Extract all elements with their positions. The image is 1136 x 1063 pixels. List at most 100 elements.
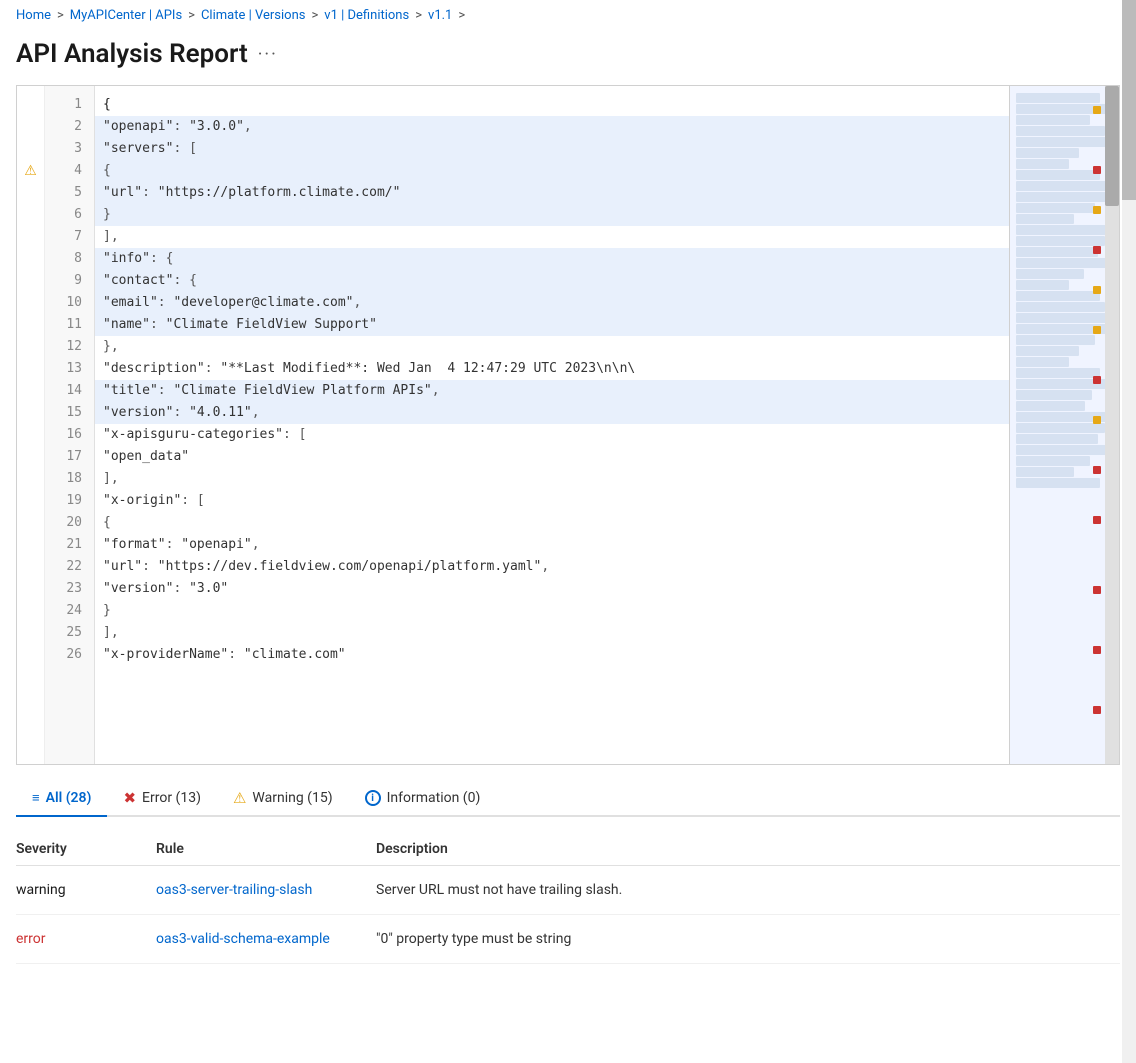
- warning-icon: ⚠: [233, 789, 246, 807]
- page-title-area: API Analysis Report ···: [0, 31, 1136, 85]
- page-title: API Analysis Report: [16, 39, 248, 69]
- line-num-5: 5: [45, 182, 94, 204]
- breadcrumb-home[interactable]: Home: [16, 8, 51, 23]
- page-menu-button[interactable]: ···: [258, 44, 278, 65]
- col-header-severity: Severity: [16, 841, 156, 857]
- code-line-11: "name": "Climate FieldView Support": [95, 314, 1009, 336]
- scrollbar-track[interactable]: [1105, 86, 1119, 764]
- list-icon: ≡: [32, 790, 40, 806]
- code-line-20: {: [95, 512, 1009, 534]
- breadcrumb: Home > MyAPICenter | APIs > Climate | Ve…: [0, 0, 1136, 31]
- line-numbers: 1 2 3 4 5 6 7 8 9 10 11 12 13 14 15 16 1…: [45, 86, 95, 764]
- tab-all-label: All (28): [46, 790, 92, 806]
- page-scrollbar-thumb[interactable]: [1122, 0, 1136, 200]
- code-line-5: "url": "https://platform.climate.com/": [95, 182, 1009, 204]
- code-line-13: "description": "**Last Modified**: Wed J…: [95, 358, 1009, 380]
- breadcrumb-v11[interactable]: v1.1: [428, 8, 452, 23]
- table-row: warning oas3-server-trailing-slash Serve…: [16, 866, 1120, 915]
- code-panel: ⚠ 1 2 3 4 5 6 7 8 9 10 11 12 13 14 15 16…: [16, 85, 1120, 765]
- line-num-15: 15: [45, 402, 94, 424]
- code-line-17: "open_data": [95, 446, 1009, 468]
- error-icon: ✖: [123, 789, 136, 807]
- line-num-4: 4: [45, 160, 94, 182]
- tab-warning-label: Warning (15): [252, 790, 332, 806]
- code-line-6: }: [95, 204, 1009, 226]
- breadcrumb-sep-4: >: [415, 8, 422, 23]
- breadcrumb-climate[interactable]: Climate | Versions: [201, 8, 306, 23]
- line-num-25: 25: [45, 622, 94, 644]
- line-num-22: 22: [45, 556, 94, 578]
- breadcrumb-sep-1: >: [57, 8, 64, 23]
- scrollbar-thumb[interactable]: [1105, 86, 1119, 206]
- code-line-7: ],: [95, 226, 1009, 248]
- code-line-22: "url": "https://dev.fieldview.com/openap…: [95, 556, 1009, 578]
- code-line-24: }: [95, 600, 1009, 622]
- code-area: ⚠ 1 2 3 4 5 6 7 8 9 10 11 12 13 14 15 16…: [17, 86, 1009, 764]
- line-num-7: 7: [45, 226, 94, 248]
- line-num-17: 17: [45, 446, 94, 468]
- description-cell-1: Server URL must not have trailing slash.: [376, 882, 1120, 898]
- line-num-13: 13: [45, 358, 94, 380]
- line-num-6: 6: [45, 204, 94, 226]
- results-header: Severity Rule Description: [16, 833, 1120, 866]
- breadcrumb-sep-5: >: [458, 8, 465, 23]
- tab-error-label: Error (13): [142, 790, 201, 806]
- minimap-marker-error-3: [1093, 376, 1101, 384]
- breadcrumb-myapicenter[interactable]: MyAPICenter | APIs: [70, 8, 182, 23]
- code-line-25: ],: [95, 622, 1009, 644]
- info-icon: i: [365, 790, 381, 806]
- code-line-10: "email": "developer@climate.com",: [95, 292, 1009, 314]
- code-content[interactable]: { "openapi": "3.0.0", "servers": [ { "ur…: [95, 86, 1009, 764]
- code-line-19: "x-origin": [: [95, 490, 1009, 512]
- page-scrollbar[interactable]: [1122, 0, 1136, 1063]
- minimap-marker-error-6: [1093, 586, 1101, 594]
- line-num-19: 19: [45, 490, 94, 512]
- code-line-2: "openapi": "3.0.0",: [95, 116, 1009, 138]
- minimap-marker-warning-3: [1093, 286, 1101, 294]
- tab-all[interactable]: ≡ All (28): [16, 781, 107, 817]
- minimap-content: [1010, 86, 1119, 764]
- code-line-15: "version": "4.0.11",: [95, 402, 1009, 424]
- line-num-11: 11: [45, 314, 94, 336]
- minimap-marker-error-8: [1093, 706, 1101, 714]
- col-header-rule: Rule: [156, 841, 376, 857]
- description-cell-2: "0" property type must be string: [376, 931, 1120, 947]
- code-line-3: "servers": [: [95, 138, 1009, 160]
- line-num-18: 18: [45, 468, 94, 490]
- tab-error[interactable]: ✖ Error (13): [107, 781, 217, 817]
- line-num-3: 3: [45, 138, 94, 160]
- severity-cell-2: error: [16, 931, 156, 947]
- line-num-14: 14: [45, 380, 94, 402]
- line-num-26: 26: [45, 644, 94, 666]
- rule-link-1[interactable]: oas3-server-trailing-slash: [156, 882, 376, 898]
- tabs-section: ≡ All (28) ✖ Error (13) ⚠ Warning (15) i…: [0, 765, 1136, 817]
- rule-link-2[interactable]: oas3-valid-schema-example: [156, 931, 376, 947]
- tab-warning[interactable]: ⚠ Warning (15): [217, 781, 349, 817]
- code-line-12: },: [95, 336, 1009, 358]
- minimap-marker-error-1: [1093, 166, 1101, 174]
- breadcrumb-v1definitions[interactable]: v1 | Definitions: [324, 8, 409, 23]
- minimap[interactable]: [1009, 86, 1119, 764]
- warning-icon-column: ⚠: [17, 86, 45, 764]
- line-num-21: 21: [45, 534, 94, 556]
- minimap-marker-warning-2: [1093, 206, 1101, 214]
- tab-information[interactable]: i Information (0): [349, 781, 497, 817]
- breadcrumb-sep-2: >: [188, 8, 195, 23]
- code-line-18: ],: [95, 468, 1009, 490]
- tabs-row: ≡ All (28) ✖ Error (13) ⚠ Warning (15) i…: [16, 781, 1120, 817]
- code-line-16: "x-apisguru-categories": [: [95, 424, 1009, 446]
- code-line-1: {: [95, 94, 1009, 116]
- minimap-marker-error-7: [1093, 646, 1101, 654]
- line-num-8: 8: [45, 248, 94, 270]
- line-num-1: 1: [45, 94, 94, 116]
- code-line-14: "title": "Climate FieldView Platform API…: [95, 380, 1009, 402]
- line-num-2: 2: [45, 116, 94, 138]
- code-line-26: "x-providerName": "climate.com": [95, 644, 1009, 666]
- minimap-marker-warning-4: [1093, 326, 1101, 334]
- code-line-21: "format": "openapi",: [95, 534, 1009, 556]
- table-row: error oas3-valid-schema-example "0" prop…: [16, 915, 1120, 964]
- line-num-16: 16: [45, 424, 94, 446]
- line-num-12: 12: [45, 336, 94, 358]
- warning-icon-line4: ⚠: [17, 160, 44, 182]
- severity-cell-1: warning: [16, 882, 156, 898]
